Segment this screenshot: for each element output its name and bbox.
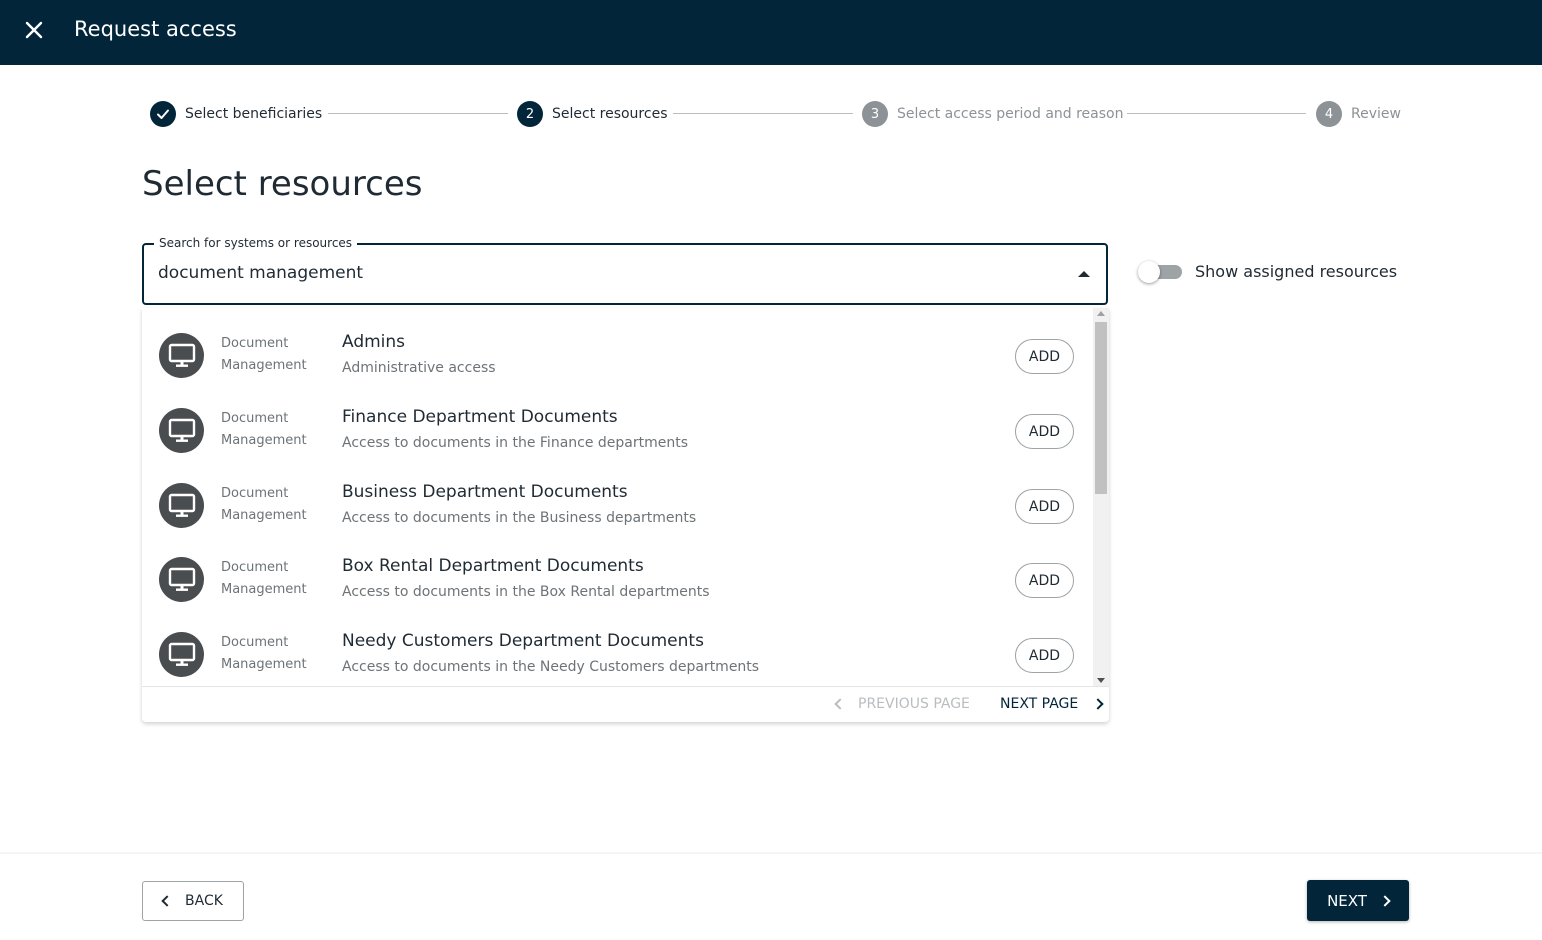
app-header: Request access: [0, 0, 1542, 65]
toggle-knob: [1138, 260, 1160, 283]
step-review: 4 Review: [1316, 100, 1401, 128]
page-title: Select resources: [142, 164, 423, 204]
system-name-line: Document: [221, 336, 289, 351]
scroll-thumb[interactable]: [1095, 322, 1107, 494]
chevron-left-icon: [161, 895, 173, 907]
monitor-icon: [159, 632, 204, 677]
step-label: Select beneficiaries: [185, 106, 323, 122]
add-button[interactable]: ADD: [1015, 638, 1074, 673]
list-item: Document Management Admins Administrativ…: [142, 313, 1092, 388]
step-number: 3: [862, 101, 888, 127]
next-button[interactable]: NEXT: [1307, 880, 1409, 921]
results-list: Document Management Admins Administrativ…: [142, 308, 1092, 686]
step-select-resources: 2 Select resources: [517, 100, 668, 128]
chevron-right-icon: [1379, 894, 1391, 907]
scroll-down-arrow-icon[interactable]: [1097, 678, 1105, 683]
results-scrollbar[interactable]: [1093, 308, 1109, 686]
resource-description: Access to documents in the Business depa…: [342, 510, 697, 526]
system-name-line: Management: [221, 582, 307, 597]
resource-name: Admins: [342, 332, 406, 352]
step-label: Review: [1351, 106, 1401, 122]
list-item: Document Management Finance Department D…: [142, 388, 1092, 463]
search-field: Search for systems or resources: [142, 236, 1108, 305]
scroll-up-arrow-icon[interactable]: [1097, 311, 1105, 316]
add-button[interactable]: ADD: [1015, 489, 1074, 524]
chevron-left-icon: [834, 698, 846, 710]
resource-name: Needy Customers Department Documents: [342, 631, 704, 651]
system-name-line: Management: [221, 433, 307, 448]
page-header-title: Request access: [74, 17, 237, 41]
system-name: Document Management: [221, 408, 331, 452]
results-dropdown: Document Management Admins Administrativ…: [142, 308, 1109, 722]
show-assigned-toggle-group: Show assigned resources: [1138, 260, 1398, 283]
step-number: 4: [1316, 101, 1342, 127]
caret-up-icon[interactable]: [1078, 271, 1090, 277]
list-item: Document Management Business Department …: [142, 463, 1092, 538]
step-select-beneficiaries: Select beneficiaries: [150, 100, 322, 128]
previous-page-button[interactable]: PREVIOUS PAGE: [834, 696, 970, 712]
pagination: PREVIOUS PAGE NEXT PAGE: [142, 686, 1109, 722]
step-label: Select access period and reason: [897, 106, 1124, 122]
close-icon[interactable]: [20, 16, 48, 44]
search-label: Search for systems or resources: [154, 236, 358, 250]
toggle-label: Show assigned resources: [1195, 262, 1398, 281]
monitor-icon: [159, 408, 204, 453]
system-name-line: Document: [221, 411, 289, 426]
step-number: 2: [517, 101, 543, 127]
system-name-line: Document: [221, 486, 289, 501]
stepper: Select beneficiaries 2 Select resources …: [150, 100, 1402, 128]
search-input[interactable]: [158, 263, 1038, 283]
system-name-line: Management: [221, 358, 307, 373]
next-page-button[interactable]: NEXT PAGE: [1000, 696, 1104, 712]
resource-name: Box Rental Department Documents: [342, 556, 644, 576]
system-name-line: Document: [221, 635, 289, 650]
step-connector: [1127, 113, 1306, 114]
list-item: Document Management Needy Customers Depa…: [142, 612, 1092, 686]
back-label: BACK: [185, 893, 223, 909]
step-connector: [328, 113, 508, 114]
system-name-line: Management: [221, 508, 307, 523]
resource-description: Administrative access: [342, 360, 496, 376]
system-name-line: Document: [221, 560, 289, 575]
system-name: Document Management: [221, 557, 331, 601]
add-button[interactable]: ADD: [1015, 414, 1074, 449]
show-assigned-toggle[interactable]: [1138, 260, 1182, 283]
resource-description: Access to documents in the Finance depar…: [342, 435, 689, 451]
next-label: NEXT: [1327, 891, 1367, 910]
step-connector: [673, 113, 853, 114]
next-page-label: NEXT PAGE: [1000, 696, 1079, 712]
system-name-line: Management: [221, 657, 307, 672]
system-name: Document Management: [221, 483, 331, 527]
footer-divider: [0, 852, 1542, 854]
step-select-access-period: 3 Select access period and reason: [862, 100, 1123, 128]
list-item: Document Management Box Rental Departmen…: [142, 537, 1092, 612]
previous-page-label: PREVIOUS PAGE: [858, 696, 970, 712]
resource-name: Business Department Documents: [342, 482, 628, 502]
add-button[interactable]: ADD: [1015, 339, 1074, 374]
resource-name: Finance Department Documents: [342, 407, 618, 427]
system-name: Document Management: [221, 632, 331, 676]
system-name: Document Management: [221, 333, 331, 377]
resource-description: Access to documents in the Box Rental de…: [342, 584, 710, 600]
monitor-icon: [159, 333, 204, 378]
resource-description: Access to documents in the Needy Custome…: [342, 659, 760, 675]
monitor-icon: [159, 483, 204, 528]
back-button[interactable]: BACK: [142, 881, 244, 921]
step-label: Select resources: [552, 106, 668, 122]
check-icon: [150, 101, 176, 127]
chevron-right-icon: [1092, 698, 1104, 710]
monitor-icon: [159, 557, 204, 602]
add-button[interactable]: ADD: [1015, 563, 1074, 598]
